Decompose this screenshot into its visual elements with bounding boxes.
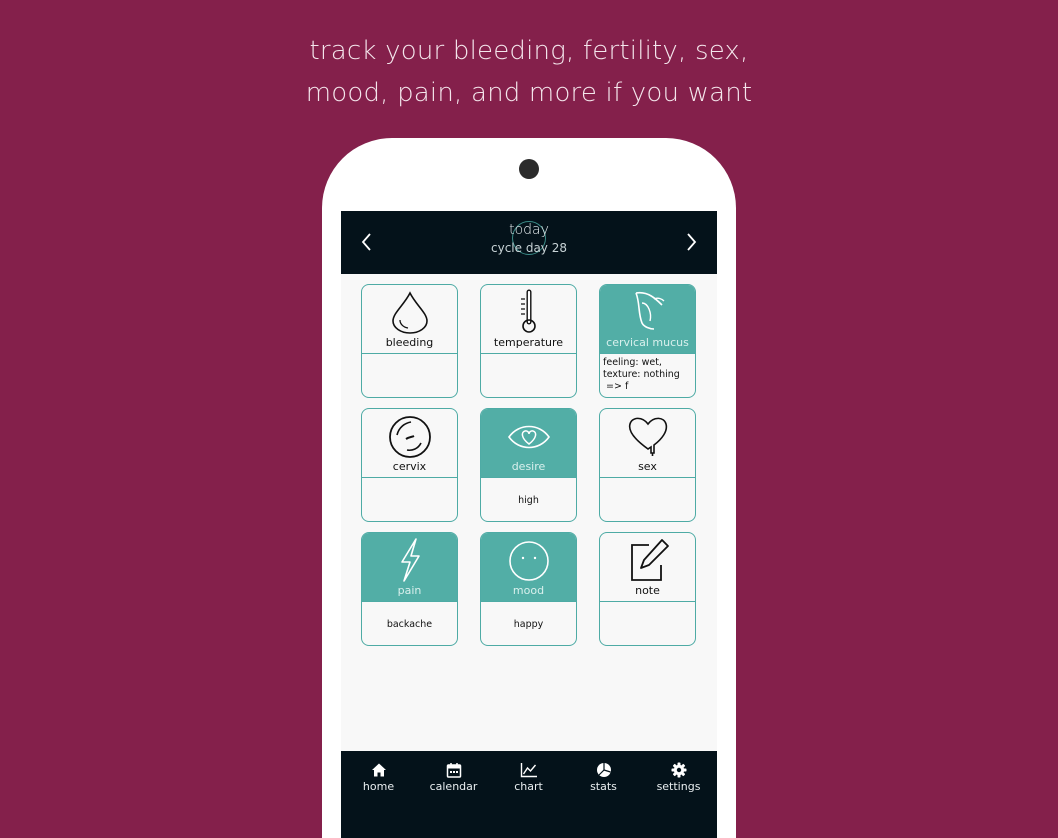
nav-label: chart [514,780,543,793]
line-chart-icon [520,763,537,778]
nav-chart[interactable]: chart [491,761,566,793]
calendar-icon [446,763,461,778]
camera-dot [519,159,539,179]
tile-value-line: => f [603,381,629,392]
bottom-nav: home calendar chart stats settings [341,751,717,838]
heart-icon [628,417,667,456]
tile-value [600,478,695,521]
app-screen: today cycle day 28 bleeding temperature … [341,211,717,838]
date-title: today cycle day 28 [341,221,717,257]
tile-label: note [635,584,660,597]
drop-icon [391,291,428,334]
tile-value: backache [386,618,433,630]
tile-label: desire [511,460,546,473]
tile-label: cervix [392,460,427,473]
tile-cervix[interactable]: cervix [361,408,458,522]
tile-value [600,602,695,645]
tile-pain[interactable]: pain backache [361,532,458,646]
tile-mood[interactable]: mood happy [480,532,577,646]
tile-label: pain [397,584,422,597]
home-icon [371,763,386,777]
nav-label: home [362,780,395,793]
nav-calendar[interactable]: calendar [416,761,491,793]
tile-label: temperature [493,336,564,349]
tile-value [481,354,576,397]
eye-heart-icon [507,425,550,449]
nav-label: calendar [429,780,478,793]
nav-label: stats [590,780,617,793]
nav-stats[interactable]: stats [566,761,641,793]
cervix-icon [388,416,431,458]
tile-label: mood [512,584,545,597]
tile-value [362,478,457,521]
top-bar: today cycle day 28 [341,211,717,274]
nav-home[interactable]: home [341,761,416,793]
headline-line-2: mood, pain, and more if you want [305,78,753,108]
tile-label: sex [638,460,657,473]
face-icon [508,541,549,581]
pie-chart-icon [596,763,611,777]
tile-value-line: feeling: wet, [603,357,662,368]
tile-label: cervical mucus [606,336,689,349]
thermometer-icon [520,289,536,333]
lightning-icon [400,538,420,582]
cycle-day-label: cycle day 28 [491,241,567,255]
tile-value-line: texture: nothing [603,369,680,380]
page-title: today [509,222,549,238]
tile-value: feeling: wet, texture: nothing => f [600,354,695,397]
tile-label: bleeding [385,336,434,349]
tile-note[interactable]: note [599,532,696,646]
phone-frame: today cycle day 28 bleeding temperature … [322,138,736,838]
headline-line-1: track your bleeding, fertility, sex, [309,36,749,66]
headline: track your bleeding, fertility, sex, moo… [0,30,1058,114]
gear-icon [671,762,686,778]
next-day-button[interactable] [681,230,701,254]
nav-settings[interactable]: settings [641,761,716,793]
tile-desire[interactable]: desire high [480,408,577,522]
mucus-icon [634,291,664,330]
chevron-right-icon [687,233,697,251]
tile-sex[interactable]: sex [599,408,696,522]
tile-temperature[interactable]: temperature [480,284,577,398]
tile-cervical-mucus[interactable]: cervical mucus feeling: wet, texture: no… [599,284,696,398]
nav-label: settings [656,780,701,793]
pencil-square-icon [630,539,669,581]
tile-value: happy [513,618,544,630]
tile-value [362,354,457,397]
tile-value: high [518,494,539,506]
tile-bleeding[interactable]: bleeding [361,284,458,398]
